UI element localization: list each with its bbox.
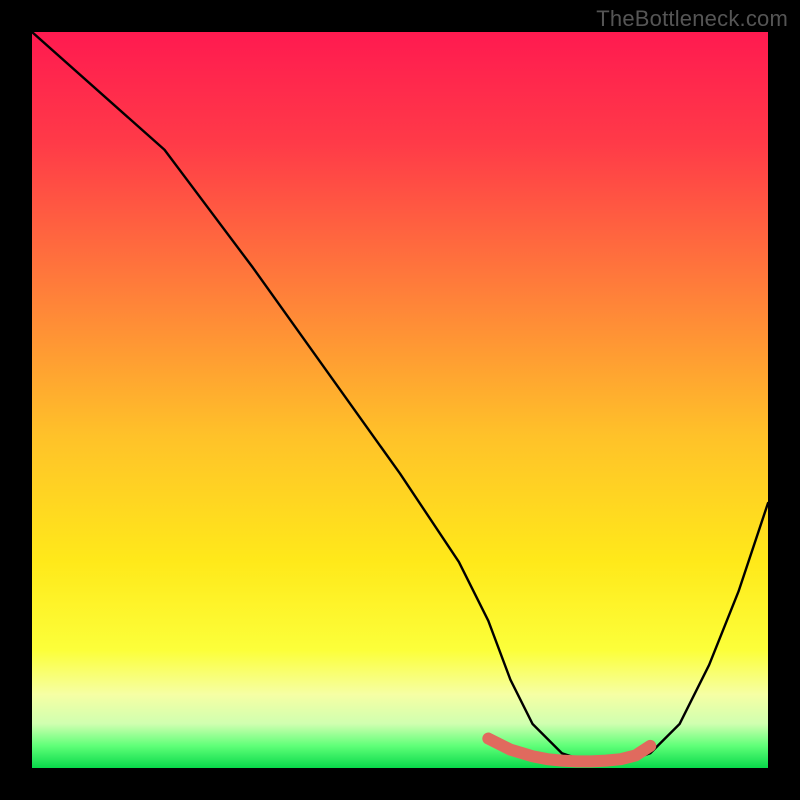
gradient-background	[32, 32, 768, 768]
chart-frame	[32, 32, 768, 768]
bottleneck-chart	[32, 32, 768, 768]
watermark-text: TheBottleneck.com	[596, 6, 788, 32]
